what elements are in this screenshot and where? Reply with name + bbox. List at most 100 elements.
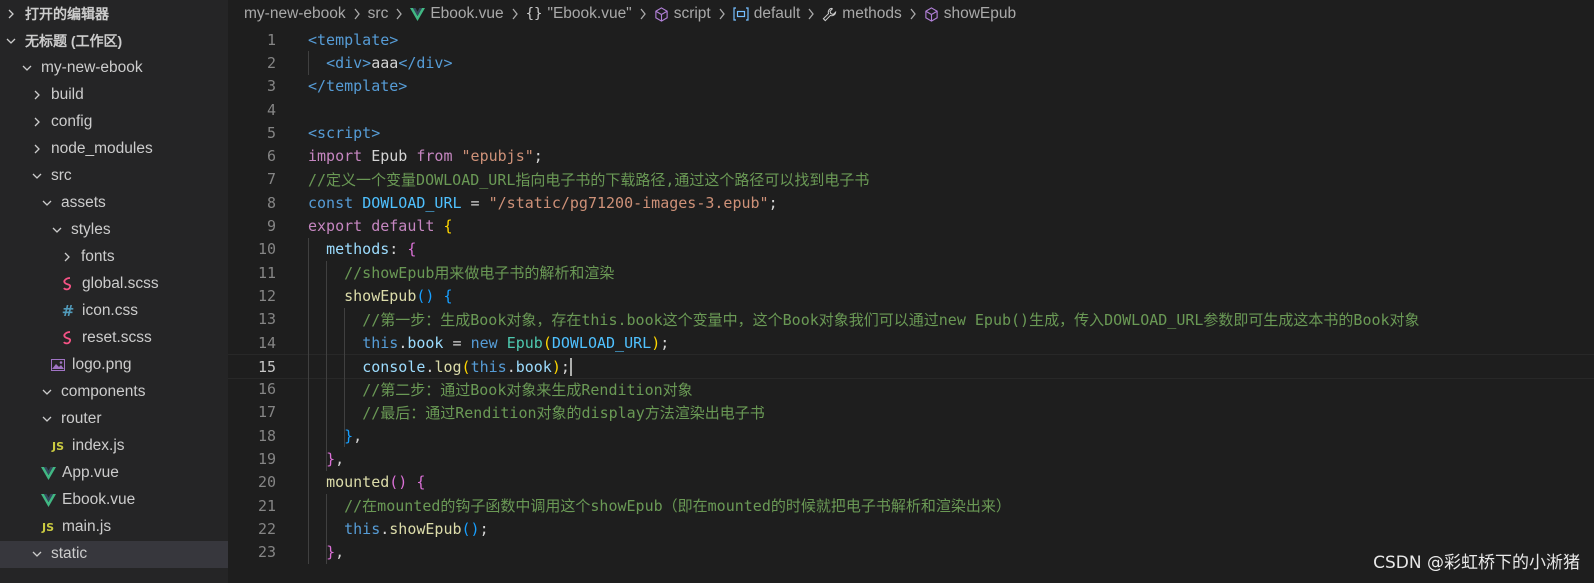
cube-icon xyxy=(654,6,669,22)
code-token: { xyxy=(443,286,453,305)
code-text: export default { xyxy=(308,217,453,235)
code-token: "epubjs" xyxy=(461,147,534,166)
code-line[interactable]: 12 showEpub() { xyxy=(228,284,1594,307)
tree-item[interactable]: JS main.js xyxy=(0,514,228,541)
breadcrumb-item[interactable]: showEpub xyxy=(924,5,1016,23)
breadcrumb-item[interactable]: script xyxy=(654,5,711,23)
vue-icon xyxy=(40,465,56,481)
tree-item[interactable]: global.scss xyxy=(0,270,228,297)
open-editors-header[interactable]: 打开的编辑器 xyxy=(0,0,228,27)
code-token: console xyxy=(362,357,426,376)
chevron-right-icon xyxy=(717,8,727,20)
workspace-header[interactable]: 无标题 (工作区) xyxy=(0,27,228,54)
code-line[interactable]: 22 this.showEpub(); xyxy=(228,517,1594,540)
wrench-icon xyxy=(822,7,837,22)
tree-item[interactable]: static xyxy=(0,540,228,568)
code-token: export xyxy=(308,217,363,236)
code-line[interactable]: 2 <div>aaa</div> xyxy=(228,51,1594,74)
code-line[interactable]: 8 const DOWLOAD_URL = "/static/pg71200-im… xyxy=(228,191,1594,214)
code-line[interactable]: 14 this.book = new Epub(DOWLOAD_URL); xyxy=(228,331,1594,354)
tree-item-label: main.js xyxy=(62,518,112,536)
chevron-down-icon xyxy=(20,61,34,75)
code-token: , xyxy=(335,543,345,562)
chevron-down-icon xyxy=(50,223,64,237)
code-line[interactable]: 13 //第一步：生成Book对象，存在this.book这个变量中，这个Boo… xyxy=(228,308,1594,331)
code-text: //第二步：通过Book对象来生成Rendition对象 xyxy=(308,379,692,400)
breadcrumb-item[interactable]: default xyxy=(733,5,800,23)
tree-item[interactable]: styles xyxy=(0,216,228,243)
chevron-right-icon xyxy=(60,250,74,264)
tree-item[interactable]: src xyxy=(0,162,228,189)
breadcrumb-item[interactable]: methods xyxy=(822,5,902,23)
breadcrumb-label: showEpub xyxy=(943,5,1017,22)
code-token: ) xyxy=(651,333,661,352)
code-token: book xyxy=(407,333,444,352)
open-editors-label: 打开的编辑器 xyxy=(25,5,109,22)
code-text: //最后：通过Rendition对象的display方法渲染出电子书 xyxy=(308,402,765,423)
code-line[interactable]: 10 methods: { xyxy=(228,238,1594,261)
code-text: import Epub from "epubjs"; xyxy=(308,147,543,165)
line-number: 16 xyxy=(257,380,276,399)
code-line[interactable]: 20 mounted() { xyxy=(228,471,1594,494)
code-line[interactable]: 19 }, xyxy=(228,447,1594,470)
tree-item[interactable]: Ebook.vue xyxy=(0,487,228,514)
tree-item[interactable]: build xyxy=(0,81,228,108)
breadcrumb-label: src xyxy=(367,5,389,22)
chevron-right-icon xyxy=(30,142,44,156)
indent-guide xyxy=(308,51,309,75)
code-token: book xyxy=(515,357,552,376)
code-line[interactable]: 9 export default { xyxy=(228,214,1594,237)
code-line[interactable]: 6 import Epub from "epubjs"; xyxy=(228,145,1594,168)
braces-icon: {} xyxy=(525,6,543,22)
breadcrumb-label: script xyxy=(673,5,711,22)
tree-item[interactable]: assets xyxy=(0,189,228,216)
breadcrumb-item[interactable]: Ebook.vue xyxy=(410,5,504,23)
code-line[interactable]: 5 <script> xyxy=(228,121,1594,144)
tree-item[interactable]: JS index.js xyxy=(0,433,228,460)
tree-item[interactable]: App.vue xyxy=(0,460,228,487)
breadcrumb-label: "Ebook.vue" xyxy=(547,5,632,22)
code-text: //定义一个变量DOWLOAD_URL指向电子书的下载路径,通过这个路径可以找到… xyxy=(308,169,869,190)
code-line[interactable]: 17 //最后：通过Rendition对象的display方法渲染出电子书 xyxy=(228,401,1594,424)
code-line[interactable]: 18 }, xyxy=(228,424,1594,447)
code-token: . xyxy=(398,333,408,352)
breadcrumb-label: my-new-ebook xyxy=(244,5,346,22)
tree-item[interactable]: config xyxy=(0,108,228,135)
code-line[interactable]: 1 <template> xyxy=(228,28,1594,51)
tree-item[interactable]: router xyxy=(0,406,228,433)
tree-item[interactable]: # icon.css xyxy=(0,297,228,324)
tree-item[interactable]: reset.scss xyxy=(0,325,228,352)
breadcrumb: my-new-ebook src Ebook.vue {} "Ebook.vue" scr… xyxy=(244,0,1594,28)
chevron-down-icon xyxy=(40,196,54,210)
tree-item[interactable]: fonts xyxy=(0,243,228,270)
code-line[interactable]: 3 </template> xyxy=(228,75,1594,98)
tree-item[interactable]: components xyxy=(0,379,228,406)
tree-item[interactable]: my-new-ebook xyxy=(0,54,228,81)
breadcrumb-item[interactable]: {} "Ebook.vue" xyxy=(526,5,632,23)
code-line[interactable]: 16 //第二步：通过Book对象来生成Rendition对象 xyxy=(228,378,1594,401)
code-token: log xyxy=(434,357,462,376)
breadcrumb-item[interactable]: src xyxy=(368,5,389,23)
code-line[interactable]: 4 xyxy=(228,98,1594,121)
code-editor[interactable]: 1 <template> 2 <div>aaa</div> 3 </template> 4… xyxy=(228,28,1594,583)
code-line[interactable]: 11 //showEpub用来做电子书的解析和渲染 xyxy=(228,261,1594,284)
code-token: { xyxy=(407,240,417,259)
code-line[interactable]: 15 console.log(this.book); xyxy=(228,354,1594,380)
breadcrumb-item[interactable]: my-new-ebook xyxy=(244,5,346,23)
code-token: ; xyxy=(560,357,570,376)
chevron-right-icon xyxy=(30,88,44,102)
tree-item-label: index.js xyxy=(72,437,125,455)
line-number: 22 xyxy=(257,519,276,538)
code-token: <template> xyxy=(308,30,399,49)
code-token: default xyxy=(371,217,435,236)
code-line[interactable]: 21 //在mounted的钩子函数中调用这个showEpub（即在mounte… xyxy=(228,494,1594,517)
code-line[interactable]: 7 //定义一个变量DOWLOAD_URL指向电子书的下载路径,通过这个路径可以找… xyxy=(228,168,1594,191)
code-token: this xyxy=(470,357,507,376)
code-token: //在mounted的钩子函数中调用这个showEpub（即在mounted的时… xyxy=(344,497,1011,516)
js-icon: JS xyxy=(41,520,54,534)
tree-item[interactable]: node_modules xyxy=(0,135,228,162)
code-token: } xyxy=(326,450,336,469)
tree-item[interactable]: logo.png xyxy=(0,352,228,379)
